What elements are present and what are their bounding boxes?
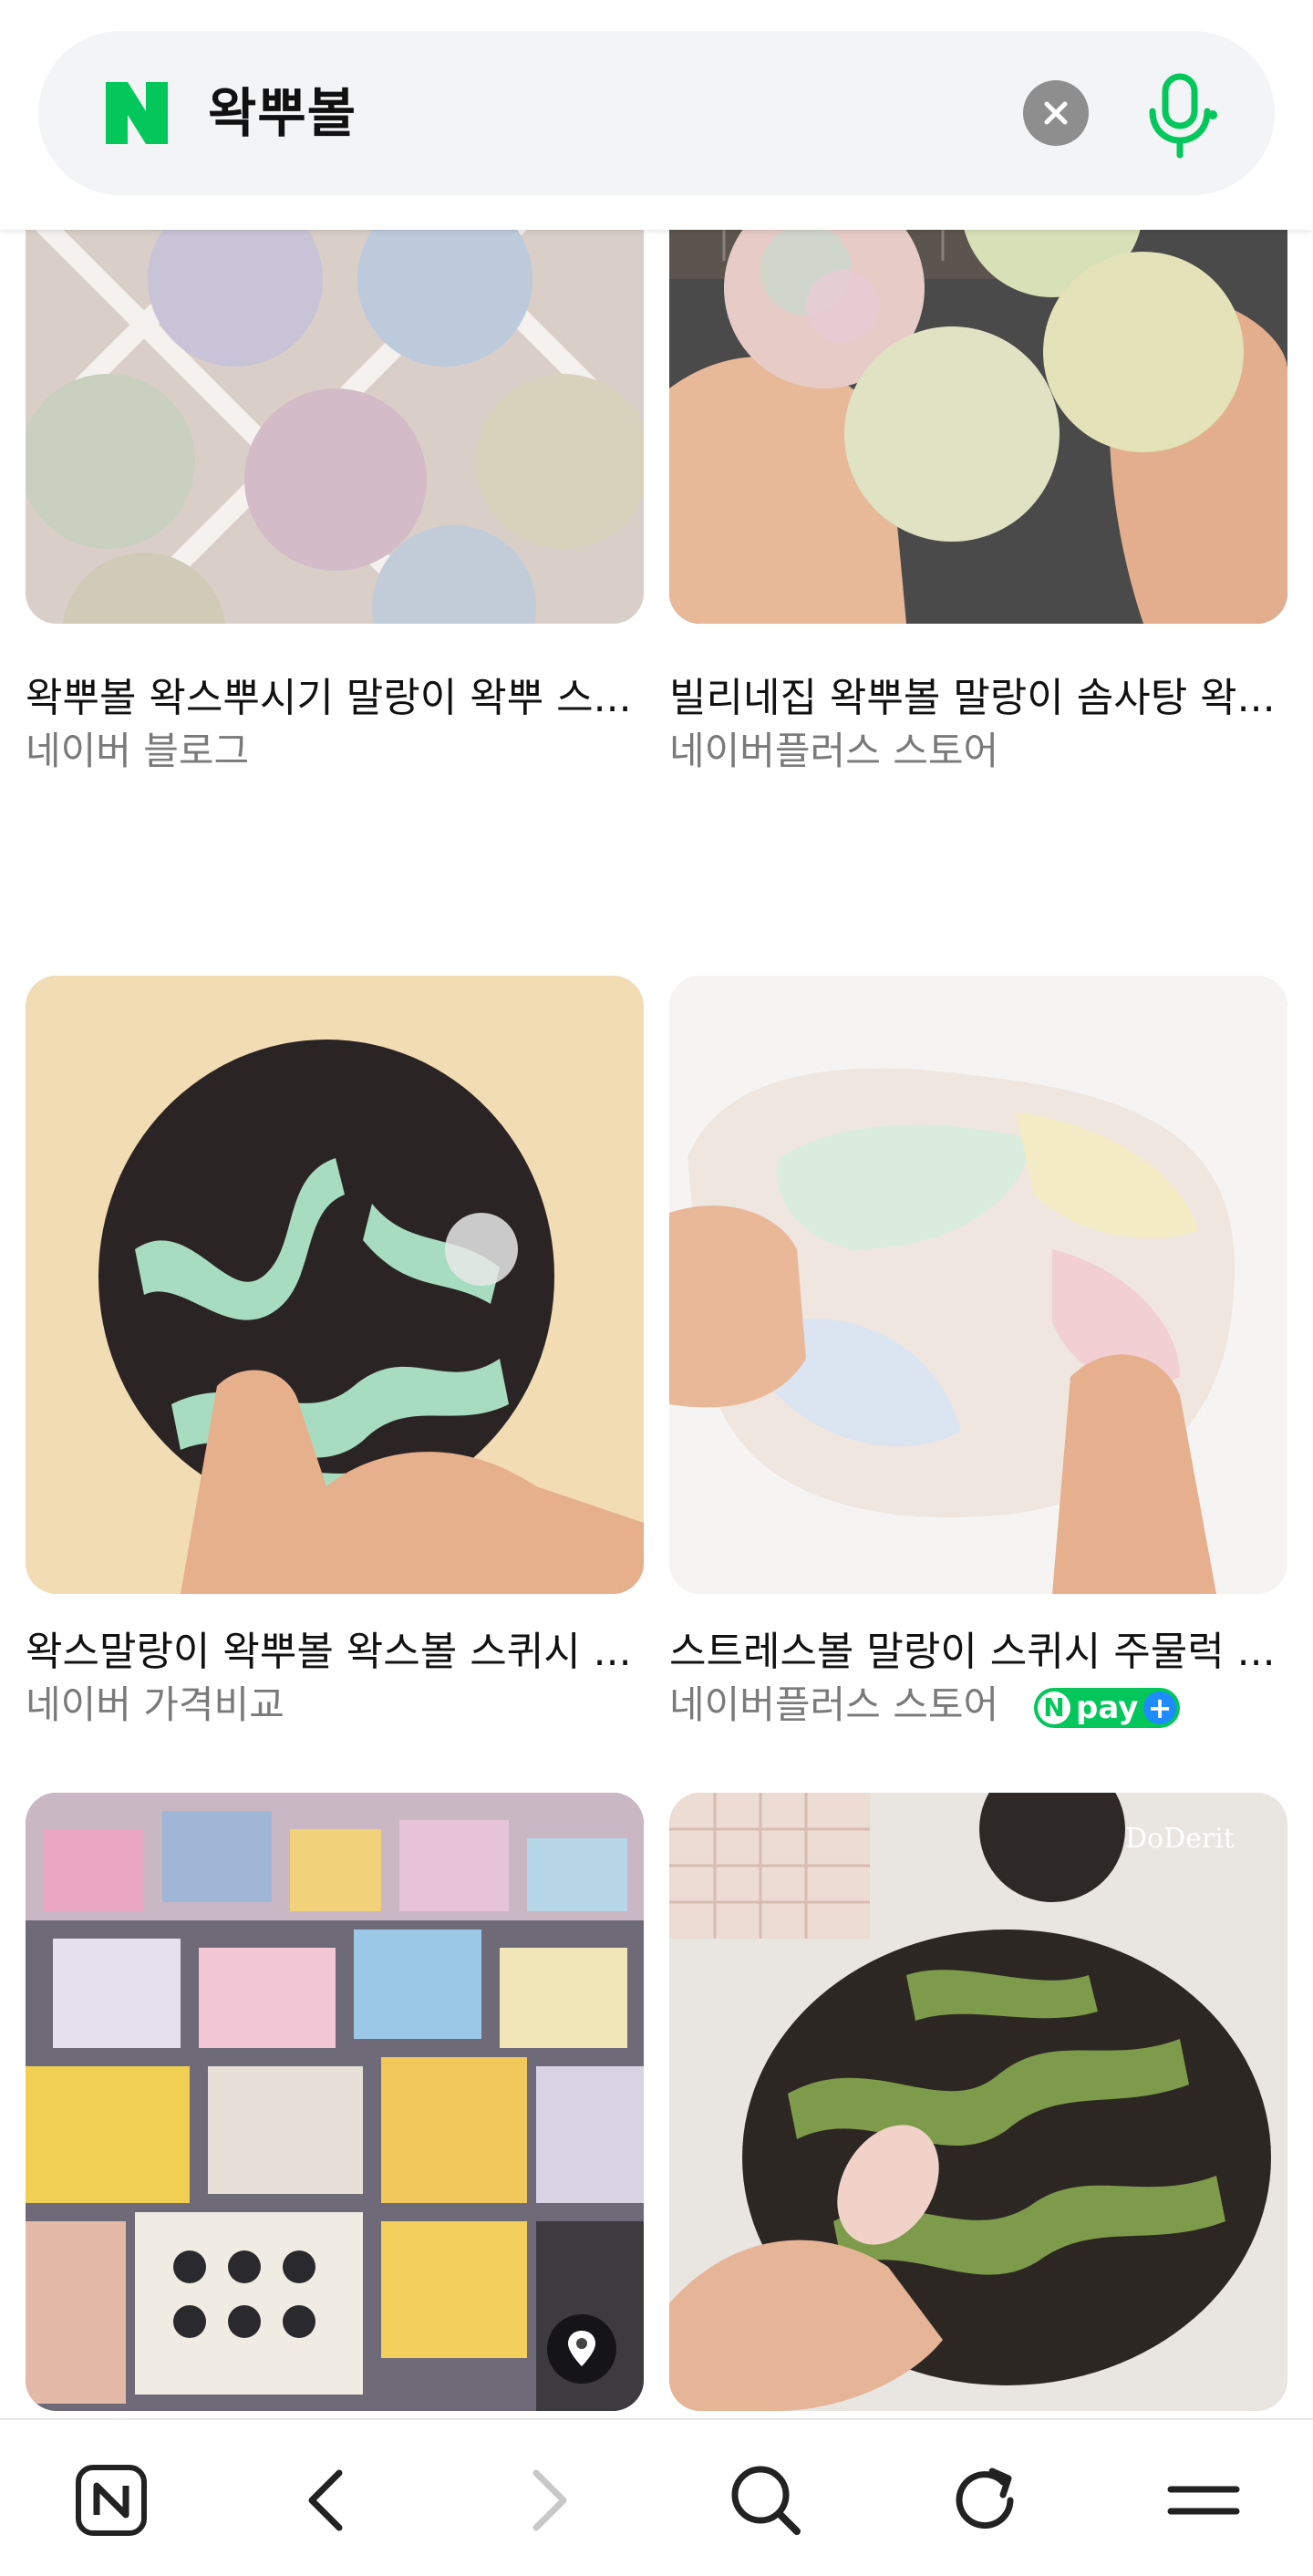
map-pin-icon (568, 2331, 595, 2366)
forward-button[interactable] (501, 2455, 593, 2546)
refresh-icon (956, 2467, 1014, 2529)
menu-icon (1167, 2486, 1240, 2515)
result-image-4[interactable] (669, 976, 1287, 1594)
menu-button[interactable] (1158, 2455, 1249, 2546)
voice-search-button[interactable] (1140, 71, 1220, 159)
microphone-icon (1149, 73, 1217, 159)
result-source-3: 네이버 가격비교 (26, 1682, 284, 1727)
image-results-grid: 크림치 왁뿌볼 왁스뿌시기 말랑이 왁뿌 스... 네이버 블로그 (0, 5, 1313, 2418)
npay-label: pay (1076, 1690, 1139, 1726)
result-card-6[interactable]: DoDerit (669, 1793, 1287, 2422)
back-button[interactable] (283, 2455, 374, 2546)
result-card-5[interactable] (26, 1793, 644, 2422)
result-title-3[interactable]: 왁스말랑이 왁뿌볼 왁스볼 스퀴시 ... (26, 1625, 644, 1680)
naver-logo-icon[interactable] (102, 78, 171, 148)
result-title-1[interactable]: 왁뿌볼 왁스뿌시기 말랑이 왁뿌 스... (26, 671, 644, 726)
result-card-4[interactable]: 스트레스볼 말랑이 스퀴시 주물럭 ... 네이버플러스 스토어 N pay + (669, 976, 1287, 1733)
result-title-4[interactable]: 스트레스볼 말랑이 스퀴시 주물럭 ... (669, 1625, 1287, 1680)
forward-icon (532, 2469, 567, 2531)
search-input[interactable]: 왁뿌볼 (208, 64, 357, 162)
clear-search-button[interactable] (1023, 80, 1089, 146)
image-watermark: DoDerit (1125, 1823, 1235, 1855)
result-image-3[interactable] (26, 976, 644, 1594)
back-icon (308, 2469, 343, 2531)
search-bar[interactable]: 왁뿌볼 (38, 31, 1275, 195)
naver-home-icon (76, 2465, 147, 2536)
close-icon (1044, 101, 1068, 125)
search-header: 왁뿌볼 (0, 0, 1313, 230)
result-image-5[interactable] (26, 1793, 644, 2411)
npay-plus-badge: N pay + (1034, 1688, 1180, 1728)
result-source-1: 네이버 블로그 (26, 729, 250, 773)
refresh-button[interactable] (939, 2455, 1030, 2546)
plus-icon: + (1143, 1691, 1176, 1724)
result-source-2: 네이버플러스 스토어 (669, 729, 999, 773)
search-button[interactable] (720, 2455, 812, 2546)
search-icon (731, 2466, 801, 2535)
result-card-3[interactable]: 왁스말랑이 왁뿌볼 왁스볼 스퀴시 ... 네이버 가격비교 (26, 976, 644, 1733)
bottom-navigation-bar (0, 2418, 1313, 2576)
result-source-4: 네이버플러스 스토어 (669, 1682, 999, 1727)
naver-home-button[interactable] (66, 2455, 157, 2546)
result-title-2[interactable]: 빌리네집 왁뿌볼 말랑이 솜사탕 왁... (669, 671, 1287, 726)
map-pin-badge[interactable] (547, 2314, 616, 2384)
npay-n-icon: N (1038, 1691, 1070, 1724)
result-image-6[interactable]: DoDerit (669, 1793, 1287, 2411)
